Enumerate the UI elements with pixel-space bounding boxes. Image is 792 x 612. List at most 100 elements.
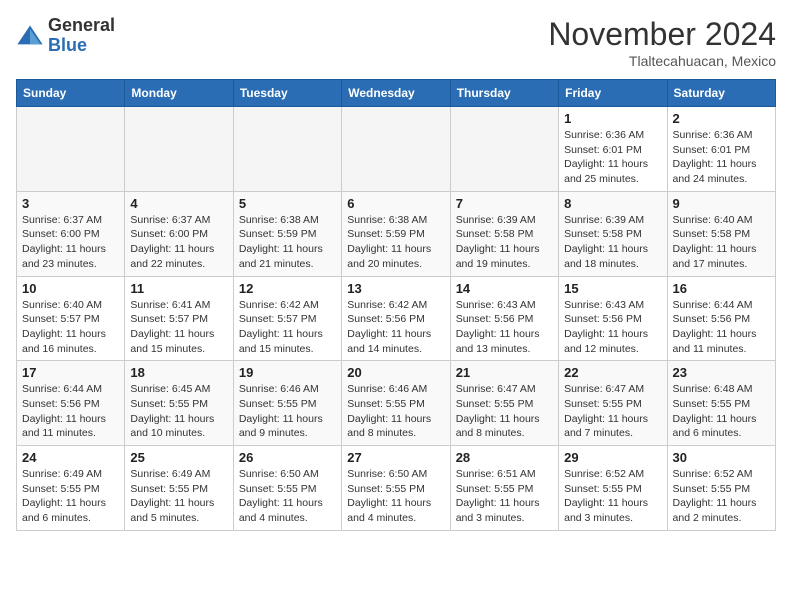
day-number: 6 — [347, 196, 444, 211]
day-info: Sunrise: 6:38 AMSunset: 5:59 PMDaylight:… — [239, 213, 336, 272]
calendar-cell: 21 Sunrise: 6:47 AMSunset: 5:55 PMDayligh… — [450, 361, 558, 446]
day-info: Sunrise: 6:47 AMSunset: 5:55 PMDaylight:… — [456, 382, 553, 441]
calendar-cell: 4 Sunrise: 6:37 AMSunset: 6:00 PMDaylight… — [125, 191, 233, 276]
calendar-cell: 14Sunrise: 6:43 AMSunset: 5:56 PMDayligh… — [450, 276, 558, 361]
day-info: Sunrise: 6:50 AMSunset: 5:55 PMDaylight:… — [239, 467, 336, 526]
day-info: Sunrise: 6:41 AMSunset: 5:57 PMDaylight:… — [130, 298, 227, 357]
day-info: Sunrise: 6:49 AMSunset: 5:55 PMDaylight:… — [22, 467, 119, 526]
calendar-cell: 25 Sunrise: 6:49 AMSunset: 5:55 PMDayligh… — [125, 446, 233, 531]
calendar-cell: 11 Sunrise: 6:41 AMSunset: 5:57 PMDayligh… — [125, 276, 233, 361]
calendar-cell — [233, 107, 341, 192]
month-title: November 2024 — [548, 16, 776, 53]
day-info: Sunrise: 6:52 AMSunset: 5:55 PMDaylight:… — [564, 467, 661, 526]
logo-text: General Blue — [48, 16, 115, 56]
calendar-cell: 3 Sunrise: 6:37 AMSunset: 6:00 PMDaylight… — [17, 191, 125, 276]
calendar-cell: 17 Sunrise: 6:44 AMSunset: 5:56 PMDayligh… — [17, 361, 125, 446]
day-info: Sunrise: 6:46 AMSunset: 5:55 PMDaylight:… — [239, 382, 336, 441]
calendar-day-header: Sunday — [17, 80, 125, 107]
day-info: Sunrise: 6:50 AMSunset: 5:55 PMDaylight:… — [347, 467, 444, 526]
calendar-cell: 20 Sunrise: 6:46 AMSunset: 5:55 PMDayligh… — [342, 361, 450, 446]
day-number: 9 — [673, 196, 770, 211]
day-info: Sunrise: 6:36 AMSunset: 6:01 PMDaylight:… — [673, 128, 770, 187]
calendar-day-header: Wednesday — [342, 80, 450, 107]
calendar-week-row: 24Sunrise: 6:49 AMSunset: 5:55 PMDayligh… — [17, 446, 776, 531]
day-info: Sunrise: 6:40 AMSunset: 5:57 PMDaylight:… — [22, 298, 119, 357]
calendar-cell: 6 Sunrise: 6:38 AMSunset: 5:59 PMDaylight… — [342, 191, 450, 276]
day-info: Sunrise: 6:43 AMSunset: 5:56 PMDaylight:… — [564, 298, 661, 357]
logo-general: General — [48, 16, 115, 36]
calendar-week-row: 17 Sunrise: 6:44 AMSunset: 5:56 PMDayligh… — [17, 361, 776, 446]
day-info: Sunrise: 6:44 AMSunset: 5:56 PMDaylight:… — [22, 382, 119, 441]
day-info: Sunrise: 6:38 AMSunset: 5:59 PMDaylight:… — [347, 213, 444, 272]
day-number: 29 — [564, 450, 661, 465]
calendar-cell: 23 Sunrise: 6:48 AMSunset: 5:55 PMDayligh… — [667, 361, 775, 446]
day-info: Sunrise: 6:37 AMSunset: 6:00 PMDaylight:… — [130, 213, 227, 272]
calendar-cell: 28Sunrise: 6:51 AMSunset: 5:55 PMDayligh… — [450, 446, 558, 531]
page-header: General Blue November 2024 Tlaltecahuaca… — [16, 16, 776, 69]
calendar-week-row: 1 Sunrise: 6:36 AMSunset: 6:01 PMDaylight… — [17, 107, 776, 192]
logo-blue: Blue — [48, 36, 115, 56]
calendar-body: 1 Sunrise: 6:36 AMSunset: 6:01 PMDaylight… — [17, 107, 776, 531]
day-info: Sunrise: 6:48 AMSunset: 5:55 PMDaylight:… — [673, 382, 770, 441]
day-number: 13 — [347, 281, 444, 296]
day-number: 22 — [564, 365, 661, 380]
calendar-cell: 9 Sunrise: 6:40 AMSunset: 5:58 PMDaylight… — [667, 191, 775, 276]
day-number: 25 — [130, 450, 227, 465]
day-number: 7 — [456, 196, 553, 211]
day-info: Sunrise: 6:36 AMSunset: 6:01 PMDaylight:… — [564, 128, 661, 187]
calendar-day-header: Monday — [125, 80, 233, 107]
calendar-cell: 10 Sunrise: 6:40 AMSunset: 5:57 PMDayligh… — [17, 276, 125, 361]
day-number: 3 — [22, 196, 119, 211]
calendar-cell: 8Sunrise: 6:39 AMSunset: 5:58 PMDaylight… — [559, 191, 667, 276]
day-info: Sunrise: 6:52 AMSunset: 5:55 PMDaylight:… — [673, 467, 770, 526]
day-number: 26 — [239, 450, 336, 465]
calendar-cell: 22 Sunrise: 6:47 AMSunset: 5:55 PMDayligh… — [559, 361, 667, 446]
location: Tlaltecahuacan, Mexico — [548, 53, 776, 69]
day-number: 15 — [564, 281, 661, 296]
day-info: Sunrise: 6:37 AMSunset: 6:00 PMDaylight:… — [22, 213, 119, 272]
day-number: 5 — [239, 196, 336, 211]
day-info: Sunrise: 6:47 AMSunset: 5:55 PMDaylight:… — [564, 382, 661, 441]
calendar-cell: 15 Sunrise: 6:43 AMSunset: 5:56 PMDayligh… — [559, 276, 667, 361]
day-info: Sunrise: 6:40 AMSunset: 5:58 PMDaylight:… — [673, 213, 770, 272]
day-info: Sunrise: 6:51 AMSunset: 5:55 PMDaylight:… — [456, 467, 553, 526]
logo-icon — [16, 22, 44, 50]
calendar-day-header: Friday — [559, 80, 667, 107]
calendar-week-row: 3 Sunrise: 6:37 AMSunset: 6:00 PMDaylight… — [17, 191, 776, 276]
day-number: 11 — [130, 281, 227, 296]
calendar-day-header: Thursday — [450, 80, 558, 107]
day-info: Sunrise: 6:42 AMSunset: 5:56 PMDaylight:… — [347, 298, 444, 357]
calendar-day-header: Tuesday — [233, 80, 341, 107]
calendar-cell — [450, 107, 558, 192]
day-number: 8 — [564, 196, 661, 211]
day-number: 12 — [239, 281, 336, 296]
calendar-cell: 2 Sunrise: 6:36 AMSunset: 6:01 PMDaylight… — [667, 107, 775, 192]
day-number: 10 — [22, 281, 119, 296]
calendar-cell: 13 Sunrise: 6:42 AMSunset: 5:56 PMDayligh… — [342, 276, 450, 361]
day-info: Sunrise: 6:49 AMSunset: 5:55 PMDaylight:… — [130, 467, 227, 526]
day-info: Sunrise: 6:39 AMSunset: 5:58 PMDaylight:… — [456, 213, 553, 272]
calendar-cell: 30Sunrise: 6:52 AMSunset: 5:55 PMDayligh… — [667, 446, 775, 531]
calendar-cell: 18Sunrise: 6:45 AMSunset: 5:55 PMDayligh… — [125, 361, 233, 446]
day-number: 23 — [673, 365, 770, 380]
calendar-week-row: 10 Sunrise: 6:40 AMSunset: 5:57 PMDayligh… — [17, 276, 776, 361]
calendar-cell — [342, 107, 450, 192]
day-number: 1 — [564, 111, 661, 126]
day-info: Sunrise: 6:42 AMSunset: 5:57 PMDaylight:… — [239, 298, 336, 357]
day-number: 27 — [347, 450, 444, 465]
day-number: 2 — [673, 111, 770, 126]
title-block: November 2024 Tlaltecahuacan, Mexico — [548, 16, 776, 69]
calendar-cell: 1 Sunrise: 6:36 AMSunset: 6:01 PMDaylight… — [559, 107, 667, 192]
day-number: 21 — [456, 365, 553, 380]
day-info: Sunrise: 6:46 AMSunset: 5:55 PMDaylight:… — [347, 382, 444, 441]
calendar-cell — [17, 107, 125, 192]
day-number: 17 — [22, 365, 119, 380]
day-number: 19 — [239, 365, 336, 380]
calendar-cell: 27 Sunrise: 6:50 AMSunset: 5:55 PMDayligh… — [342, 446, 450, 531]
calendar-cell: 7 Sunrise: 6:39 AMSunset: 5:58 PMDaylight… — [450, 191, 558, 276]
day-info: Sunrise: 6:44 AMSunset: 5:56 PMDaylight:… — [673, 298, 770, 357]
calendar-day-header: Saturday — [667, 80, 775, 107]
calendar-cell — [125, 107, 233, 192]
day-number: 20 — [347, 365, 444, 380]
day-number: 4 — [130, 196, 227, 211]
